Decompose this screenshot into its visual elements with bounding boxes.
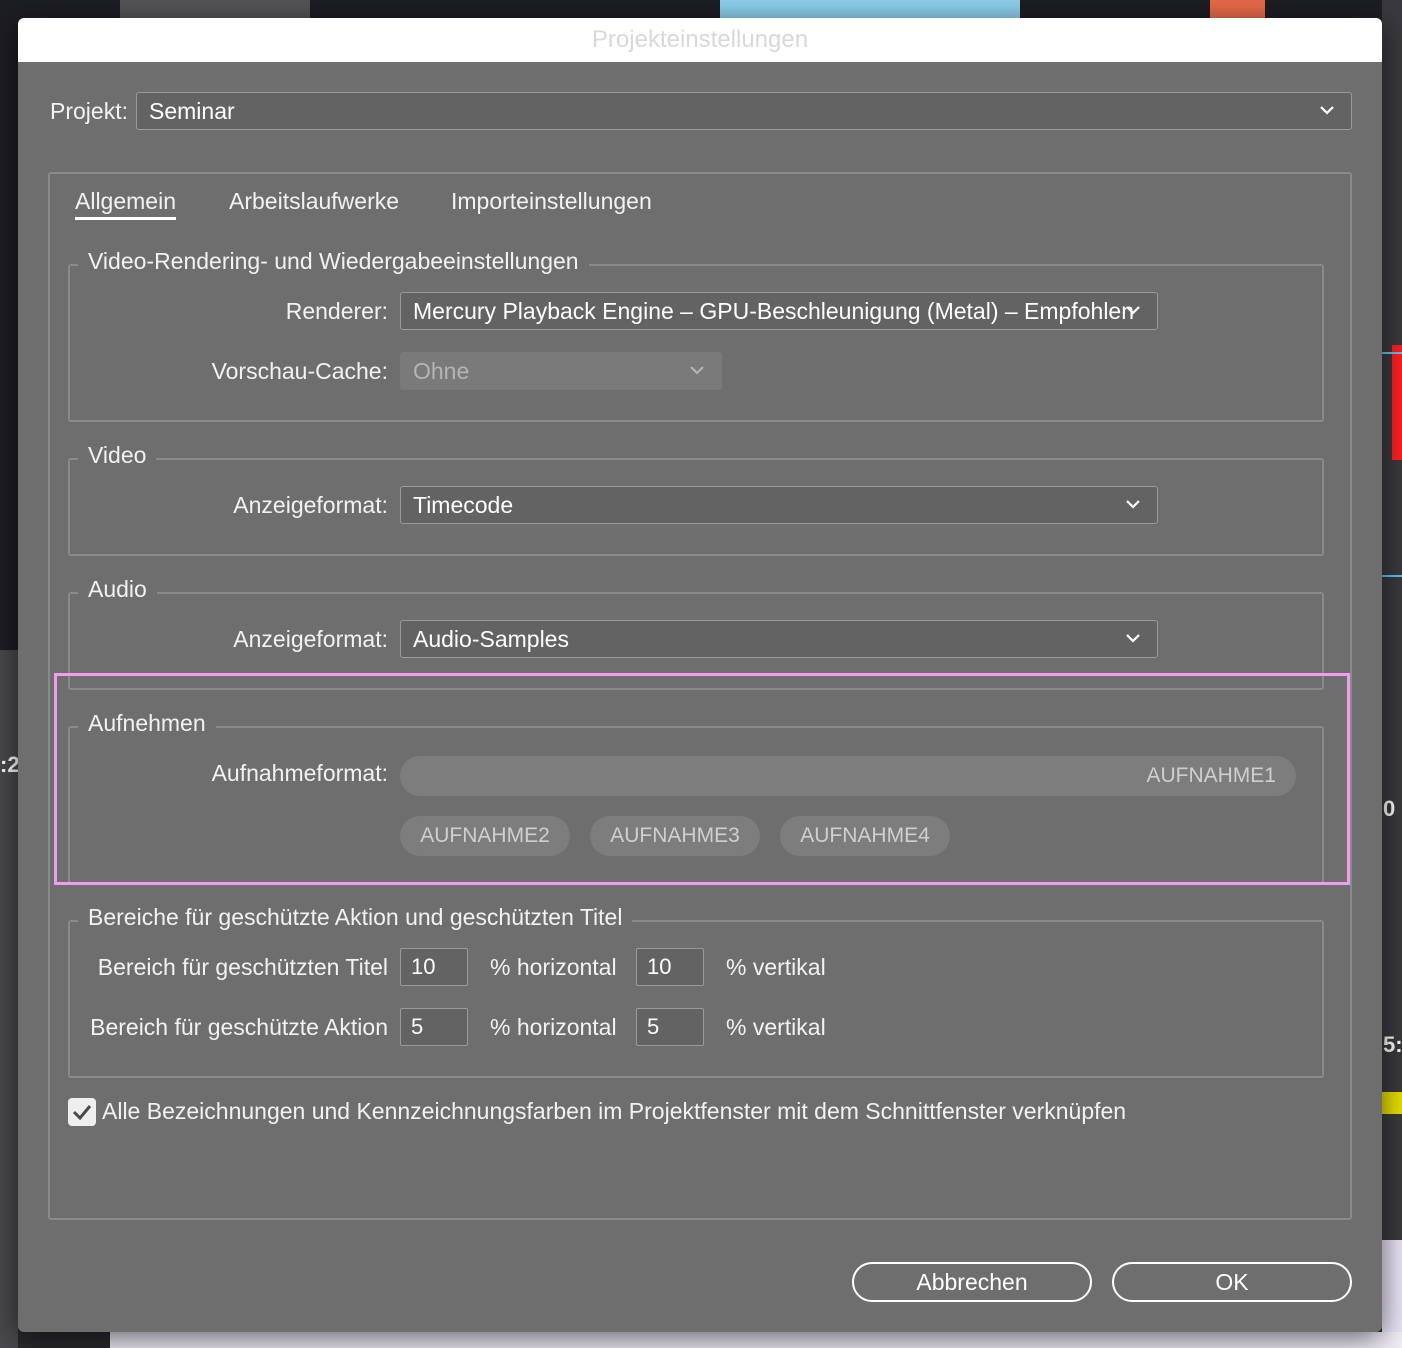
background-panel xyxy=(110,1332,1402,1348)
cancel-button[interactable]: Abbrechen xyxy=(852,1262,1092,1302)
preview-cache-value: Ohne xyxy=(413,358,470,384)
capture-group: Aufnehmen Aufnahmeformat: AUFNAHME1 AUFN… xyxy=(68,710,1324,884)
title-safe-horizontal-input[interactable]: 10 xyxy=(400,948,468,986)
video-group: Video Anzeigeformat: Timecode xyxy=(68,442,1324,556)
renderer-select-value: Mercury Playback Engine – GPU-Beschleuni… xyxy=(413,298,1135,324)
capture-option-2[interactable]: AUFNAHME2 xyxy=(400,816,570,856)
group-title: Audio xyxy=(78,576,157,603)
audio-format-select[interactable]: Audio-Samples xyxy=(400,620,1158,658)
audio-format-value: Audio-Samples xyxy=(413,626,569,652)
background-panel xyxy=(120,0,310,18)
capture-option-3[interactable]: AUFNAHME3 xyxy=(590,816,760,856)
capture-format-selected[interactable]: AUFNAHME1 xyxy=(400,756,1296,796)
background-timecode: :2 xyxy=(0,752,20,777)
capture-format-label: Aufnahmeformat: xyxy=(211,760,388,786)
tab-arbeitslaufwerke[interactable]: Arbeitslaufwerke xyxy=(229,188,399,215)
chevron-down-icon xyxy=(1123,621,1145,657)
vertical-label: % vertikal xyxy=(726,954,826,980)
background-line xyxy=(1382,352,1402,354)
project-settings-dialog: Projekteinstellungen Projekt: Seminar Al… xyxy=(18,18,1382,1332)
link-labels-checkbox[interactable] xyxy=(68,1098,96,1126)
audio-group: Audio Anzeigeformat: Audio-Samples xyxy=(68,576,1324,690)
preview-cache-select: Ohne xyxy=(400,352,722,390)
video-format-value: Timecode xyxy=(413,492,514,518)
project-label: Projekt: xyxy=(50,98,128,124)
background-timecode: 0 xyxy=(1383,796,1396,821)
video-rendering-group: Video-Rendering- und Wiedergabeeinstellu… xyxy=(68,248,1324,422)
group-title: Bereiche für geschützte Aktion und gesch… xyxy=(78,904,633,931)
background-clip-marker xyxy=(1392,345,1402,460)
dialog-title: Projekteinstellungen xyxy=(18,18,1382,62)
group-title: Aufnehmen xyxy=(78,710,216,737)
audio-format-label: Anzeigeformat: xyxy=(233,626,388,652)
tab-allgemein[interactable]: Allgemein xyxy=(75,188,176,220)
action-safe-label: Bereich für geschützte Aktion xyxy=(90,1014,388,1040)
project-select-value: Seminar xyxy=(149,98,235,124)
checkmark-icon xyxy=(72,1105,92,1121)
chevron-down-icon xyxy=(687,353,709,389)
background-right-strip xyxy=(1382,0,1402,1348)
safe-margins-group: Bereiche für geschützte Aktion und gesch… xyxy=(68,904,1324,1078)
action-safe-horizontal-input[interactable]: 5 xyxy=(400,1008,468,1046)
action-safe-vertical-input[interactable]: 5 xyxy=(636,1008,704,1046)
vertical-label: % vertikal xyxy=(726,1014,826,1040)
horizontal-label: % horizontal xyxy=(490,954,617,980)
renderer-label: Renderer: xyxy=(285,298,388,324)
background-clip-marker xyxy=(1382,1092,1402,1114)
title-safe-label: Bereich für geschützten Titel xyxy=(97,954,388,980)
preview-cache-label: Vorschau-Cache: xyxy=(211,358,388,384)
settings-panel: Allgemein Arbeitslaufwerke Importeinstel… xyxy=(48,172,1352,1220)
background-timecode: 5: xyxy=(1383,1032,1402,1057)
tab-importeinstellungen[interactable]: Importeinstellungen xyxy=(451,188,652,215)
link-labels-text: Alle Bezeichnungen und Kennzeichnungsfar… xyxy=(102,1098,1127,1124)
video-format-select[interactable]: Timecode xyxy=(400,486,1158,524)
project-select[interactable]: Seminar xyxy=(136,92,1352,130)
renderer-select[interactable]: Mercury Playback Engine – GPU-Beschleuni… xyxy=(400,292,1158,330)
chevron-down-icon xyxy=(1123,293,1145,329)
ok-button[interactable]: OK xyxy=(1112,1262,1352,1302)
video-format-label: Anzeigeformat: xyxy=(233,492,388,518)
chevron-down-icon xyxy=(1317,93,1339,129)
capture-option-4[interactable]: AUFNAHME4 xyxy=(780,816,950,856)
background-image-fragment xyxy=(1210,0,1265,18)
background-image-fragment xyxy=(720,0,1020,18)
chevron-down-icon xyxy=(1123,487,1145,523)
group-title: Video-Rendering- und Wiedergabeeinstellu… xyxy=(78,248,589,275)
title-safe-vertical-input[interactable]: 10 xyxy=(636,948,704,986)
background-line xyxy=(1382,575,1402,577)
group-title: Video xyxy=(78,442,157,469)
horizontal-label: % horizontal xyxy=(490,1014,617,1040)
